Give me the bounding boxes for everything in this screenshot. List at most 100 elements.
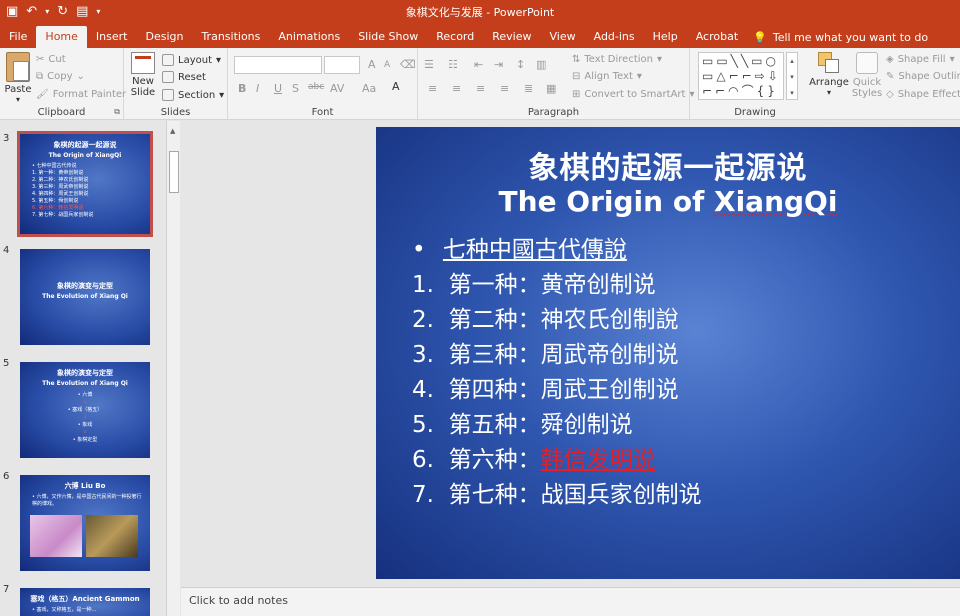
- tell-me-search[interactable]: 💡 Tell me what you want to do: [753, 26, 928, 48]
- slide-title[interactable]: 象棋的起源一起源说: [376, 143, 960, 187]
- section-dropdown-icon: ▾: [219, 89, 225, 101]
- font-name-input[interactable]: [234, 56, 322, 74]
- slide-thumbnail-7[interactable]: 塞戏（格五）Ancient Gammon • 塞戏，又称格五，是一种...: [20, 588, 150, 616]
- thumb-line: • 六博: [77, 392, 93, 398]
- shrink-font-button[interactable]: A: [384, 60, 390, 70]
- increase-indent-icon[interactable]: ⇥: [494, 58, 503, 71]
- format-painter-button[interactable]: 🖌 Format Painter: [36, 89, 126, 100]
- tab-acrobat[interactable]: Acrobat: [687, 26, 747, 48]
- spacing-icon[interactable]: AV: [330, 82, 344, 95]
- align-text-button[interactable]: ⊟ Align Text ▾: [572, 71, 642, 82]
- new-slide-button[interactable]: New Slide: [128, 52, 158, 98]
- tab-insert[interactable]: Insert: [87, 26, 137, 48]
- shapes-gallery[interactable]: ▭▭╲╲▭○ ▭△⌐⌐⇨⇩ ⌐⌐◠⌒{}: [698, 52, 784, 100]
- align-left-icon[interactable]: ≡: [428, 82, 437, 95]
- legend-list[interactable]: 1. 第一种：黄帝创制说 2. 第二种：神农氏创制說 3. 第三种：周武帝创制说…: [412, 268, 702, 513]
- tab-home[interactable]: Home: [36, 26, 87, 48]
- copy-label: Copy: [47, 71, 73, 82]
- copy-button[interactable]: ⧉ Copy ⌄: [36, 71, 85, 82]
- layout-icon: [162, 54, 174, 66]
- slide-thumbnail-6[interactable]: 六博 Liu Bo • 六博，又作六簙，是中国古代民间的一种投箸行棋的博戏。: [20, 475, 150, 571]
- lightbulb-icon: 💡: [753, 30, 767, 44]
- cut-button[interactable]: ✂ Cut: [36, 54, 66, 65]
- scissors-icon: ✂: [36, 54, 45, 65]
- bullets-icon[interactable]: ☰: [424, 58, 434, 71]
- pen-icon: ✎: [886, 71, 895, 82]
- shape-effects-button[interactable]: ◇ Shape Effects: [886, 89, 960, 100]
- slide-subtitle[interactable]: The Origin of XiangQi: [376, 185, 960, 218]
- shapes-gallery-scroll[interactable]: ▴ ▾ ▾: [786, 52, 798, 100]
- item-number: 3.: [412, 342, 434, 368]
- scroll-up-icon[interactable]: ▲: [170, 127, 175, 135]
- slide-bullet[interactable]: • 七种中國古代傳說: [412, 233, 627, 268]
- reset-button[interactable]: Reset: [162, 71, 206, 83]
- align-right-icon[interactable]: ≡: [476, 82, 485, 95]
- current-slide[interactable]: 象棋的起源一起源说 The Origin of XiangQi • 七种中國古代…: [376, 127, 960, 579]
- tab-review[interactable]: Review: [483, 26, 540, 48]
- thumbnail-scrollbar[interactable]: ▲: [166, 121, 180, 616]
- thumb-line: 2. 第二种：神农氏创制说: [32, 177, 89, 183]
- quick-styles-button[interactable]: Quick Styles: [850, 52, 884, 99]
- font-size-input[interactable]: [324, 56, 360, 74]
- list-item: 6. 第六种：韩信发明说: [412, 443, 702, 478]
- columns-dropdown-icon[interactable]: ▦: [546, 82, 556, 95]
- slide-thumbnail-5[interactable]: 象棋的演变与定型 The Evolution of Xiang Qi • 六博 …: [20, 362, 150, 458]
- paste-button[interactable]: Paste ▾: [4, 52, 32, 104]
- change-case-button[interactable]: Aa: [362, 82, 376, 95]
- section-button[interactable]: Section ▾: [162, 89, 224, 101]
- align-center-icon[interactable]: ≡: [452, 82, 461, 95]
- scrollbar-thumb[interactable]: [169, 151, 179, 193]
- notes-pane[interactable]: Click to add notes: [181, 587, 960, 616]
- item-prefix: 第一种：: [448, 272, 541, 298]
- list-item: 3. 第三种：周武帝创制说: [412, 338, 702, 373]
- underline-button[interactable]: U: [274, 82, 282, 95]
- italic-button[interactable]: I: [256, 82, 259, 95]
- tab-record[interactable]: Record: [427, 26, 483, 48]
- slide-thumbnail-4[interactable]: 象棋的演变与定型 The Evolution of Xiang Qi: [20, 249, 150, 345]
- thumb-line: • 塞戏，又称格五，是一种...: [32, 607, 97, 613]
- tab-view[interactable]: View: [541, 26, 585, 48]
- grow-font-button[interactable]: A: [368, 58, 376, 71]
- shape-fill-button[interactable]: ◈ Shape Fill ▾: [886, 54, 955, 65]
- shadow-button[interactable]: S: [292, 82, 299, 95]
- slide-thumbnail-3[interactable]: 象棋的起源一起源说 The Origin of XiangQi • 七种中国古代…: [17, 131, 153, 237]
- thumb-arrow-icon: ↓: [82, 399, 88, 405]
- thumb-title: 六博 Liu Bo: [64, 482, 106, 490]
- clear-format-icon[interactable]: ⌫: [400, 58, 416, 71]
- paste-label: Paste: [4, 84, 32, 95]
- shape-outline-button[interactable]: ✎ Shape Outline: [886, 71, 960, 82]
- tab-design[interactable]: Design: [136, 26, 192, 48]
- layout-button[interactable]: Layout ▾: [162, 54, 221, 66]
- columns-icon[interactable]: ▥: [536, 58, 546, 71]
- item-text-highlighted: 韩信发明说: [540, 447, 656, 473]
- item-text: 舜创制说: [540, 412, 633, 438]
- bullet-mark: •: [412, 237, 426, 263]
- tab-animations[interactable]: Animations: [269, 26, 349, 48]
- font-color-icon[interactable]: A: [392, 80, 400, 93]
- tab-help[interactable]: Help: [644, 26, 687, 48]
- tab-add-ins[interactable]: Add-ins: [585, 26, 644, 48]
- strikethrough-button[interactable]: abc: [308, 82, 324, 92]
- notes-placeholder: Click to add notes: [189, 594, 288, 607]
- distributed-icon[interactable]: ≣: [524, 82, 533, 95]
- bold-button[interactable]: B: [238, 82, 246, 95]
- arrange-button[interactable]: Arrange ▾: [808, 52, 850, 97]
- line-spacing-icon[interactable]: ↕: [516, 58, 525, 71]
- justify-icon[interactable]: ≡: [500, 82, 509, 95]
- brush-icon: 🖌: [36, 89, 49, 100]
- drawing-group-label: Drawing: [734, 107, 776, 118]
- clipboard-launcher-icon[interactable]: ⧉: [114, 107, 120, 117]
- tab-transitions[interactable]: Transitions: [192, 26, 269, 48]
- tab-slide-show[interactable]: Slide Show: [349, 26, 427, 48]
- tab-file[interactable]: File: [0, 26, 36, 48]
- thumb-line: • 七种中国古代传说: [32, 163, 77, 169]
- quick-styles-label-1: Quick: [852, 77, 882, 88]
- numbering-icon[interactable]: ☷: [448, 58, 458, 71]
- decrease-indent-icon[interactable]: ⇤: [474, 58, 483, 71]
- text-direction-icon: ⇅: [572, 54, 581, 65]
- shape-effects-label: Shape Effects: [897, 89, 960, 100]
- text-direction-button[interactable]: ⇅ Text Direction ▾: [572, 54, 662, 65]
- slide-thumbnail-pane[interactable]: 3 象棋的起源一起源说 The Origin of XiangQi • 七种中国…: [0, 121, 166, 616]
- convert-smartart-button[interactable]: ⊞ Convert to SmartArt ▾: [572, 89, 694, 100]
- thumb-line: • 塞戏（格五）: [67, 407, 103, 413]
